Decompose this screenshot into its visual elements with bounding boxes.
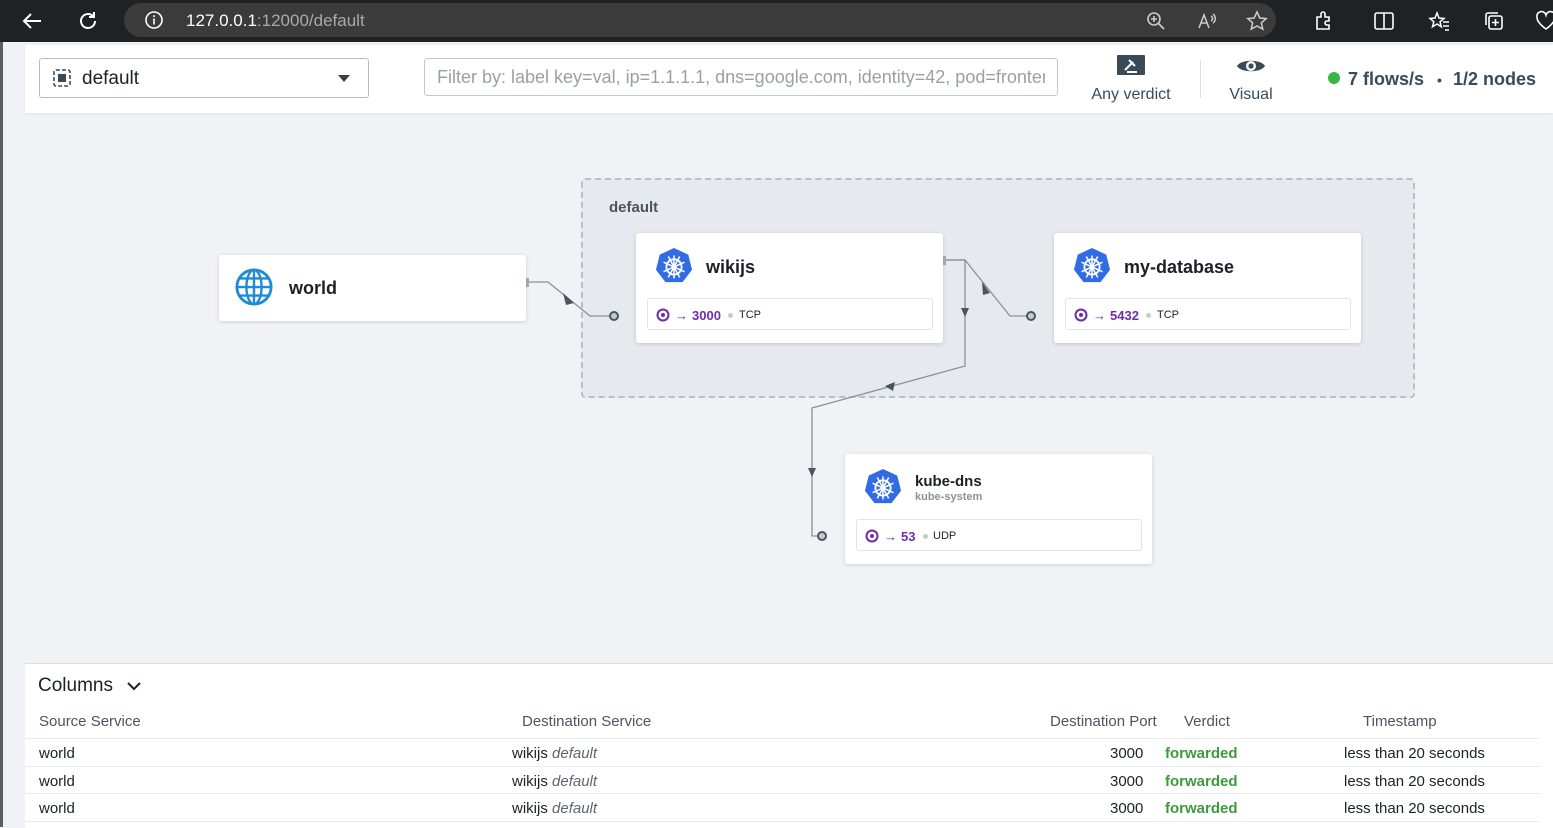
columns-button[interactable]: Columns [38,675,141,697]
service-card-kube-dns[interactable]: kube-dns kube-system → 53 UDP [845,454,1152,564]
port-badge: → 5432 TCP [1065,298,1351,330]
cell-destination-name: wikijs [512,800,548,817]
service-card-wikijs[interactable]: wikijs → 3000 TCP [636,233,943,343]
arrow-marker [808,468,816,477]
service-links [526,256,1036,541]
port-number: 3000 [692,308,721,323]
arrow-marker [982,282,990,295]
table-row[interactable]: world wikijs default 3000 forwarded less… [25,738,1540,766]
table-row[interactable]: world wikijs default 3000 forwarded less… [25,766,1540,794]
service-title: world [289,278,337,298]
header-timestamp[interactable]: Timestamp [1363,713,1437,730]
favorite-star-icon[interactable] [1245,10,1269,37]
link-endpoint [609,311,619,321]
port-target-icon [656,308,670,322]
cell-destination: wikijs default [512,800,597,817]
service-title: kube-dns [915,473,982,490]
cell-port: 3000 [1110,800,1144,817]
service-card-my-database[interactable]: my-database → 5432 TCP [1054,233,1361,343]
favorites-icon[interactable] [1424,6,1454,36]
extensions-icon[interactable] [1309,6,1339,36]
browser-toolbar: 127.0.0.1:12000/default [0,0,1553,42]
port-protocol: TCP [739,309,761,321]
cell-source: world [39,800,75,817]
cell-verdict: forwarded [1165,773,1238,790]
service-card-world[interactable]: world [219,255,526,321]
cell-verdict: forwarded [1165,800,1238,817]
port-badge: → 53 UDP [856,519,1142,551]
arrow-right-icon: → [884,529,897,544]
port-badge: → 3000 TCP [647,298,933,330]
port-protocol: TCP [1157,309,1179,321]
globe-icon [235,268,273,306]
url-host: 127.0.0.1 [186,11,257,30]
cell-timestamp: less than 20 seconds [1344,800,1485,817]
link-wikijs-mydatabase [944,259,1031,317]
kubernetes-icon [864,468,902,504]
hubble-ui: default Any verdict Visual 7 flows/s • 1… [0,42,1553,828]
header-source-service[interactable]: Source Service [39,713,141,730]
cell-timestamp: less than 20 seconds [1344,745,1485,762]
address-bar[interactable]: 127.0.0.1:12000/default [124,3,1276,37]
header-verdict[interactable]: Verdict [1184,713,1230,730]
port-separator-dot [1146,313,1151,318]
performance-heart-icon[interactable] [1531,6,1553,36]
flows-panel: Columns Source Service Destination Servi… [25,663,1553,828]
read-aloud-icon[interactable] [1197,11,1217,36]
cell-destination-name: wikijs [512,773,548,790]
link-port-stub [526,278,529,287]
url-text: 127.0.0.1:12000/default [186,11,365,31]
arrow-marker [885,382,895,391]
service-title: wikijs [706,257,756,277]
service-namespace: kube-system [915,491,983,503]
arrow-right-icon: → [675,308,688,323]
port-number: 5432 [1110,308,1139,323]
link-world-wikijs [527,281,614,317]
port-target-icon [865,529,879,543]
reload-icon[interactable] [73,6,103,36]
header-destination-service[interactable]: Destination Service [522,713,651,730]
cell-destination-namespace: default [552,800,598,817]
zoom-icon[interactable] [1146,11,1166,36]
kubernetes-icon [1073,247,1111,283]
cell-source: world [39,745,75,762]
cell-verdict: forwarded [1165,745,1238,762]
cell-destination: wikijs default [512,773,597,790]
port-target-icon [1074,308,1088,322]
port-separator-dot [923,534,928,539]
url-path: :12000/default [256,11,365,30]
cell-port: 3000 [1110,773,1144,790]
table-row[interactable]: world wikijs default 3000 forwarded less… [25,793,1540,822]
cell-port: 3000 [1110,745,1144,762]
cell-destination: wikijs default [512,745,597,762]
kubernetes-icon [655,247,693,283]
cell-destination-name: wikijs [512,745,548,762]
link-port-stub [943,256,946,265]
cell-timestamp: less than 20 seconds [1344,773,1485,790]
arrow-marker [961,308,969,317]
collections-icon[interactable] [1479,6,1509,36]
site-info-icon[interactable] [144,10,164,35]
split-screen-icon[interactable] [1369,6,1399,36]
service-title: my-database [1124,257,1235,277]
arrow-marker [563,293,574,305]
arrow-right-icon: → [1093,308,1106,323]
port-number: 53 [901,529,916,544]
columns-button-label: Columns [38,675,113,696]
cell-source: world [39,773,75,790]
port-separator-dot [728,313,733,318]
link-endpoint [817,531,827,541]
chevron-down-icon [127,682,141,691]
header-destination-port[interactable]: Destination Port [1050,713,1157,730]
link-endpoint [1026,311,1036,321]
back-arrow-icon[interactable] [17,6,47,36]
port-protocol: UDP [933,530,957,542]
cell-destination-namespace: default [552,773,598,790]
cell-destination-namespace: default [552,745,598,762]
